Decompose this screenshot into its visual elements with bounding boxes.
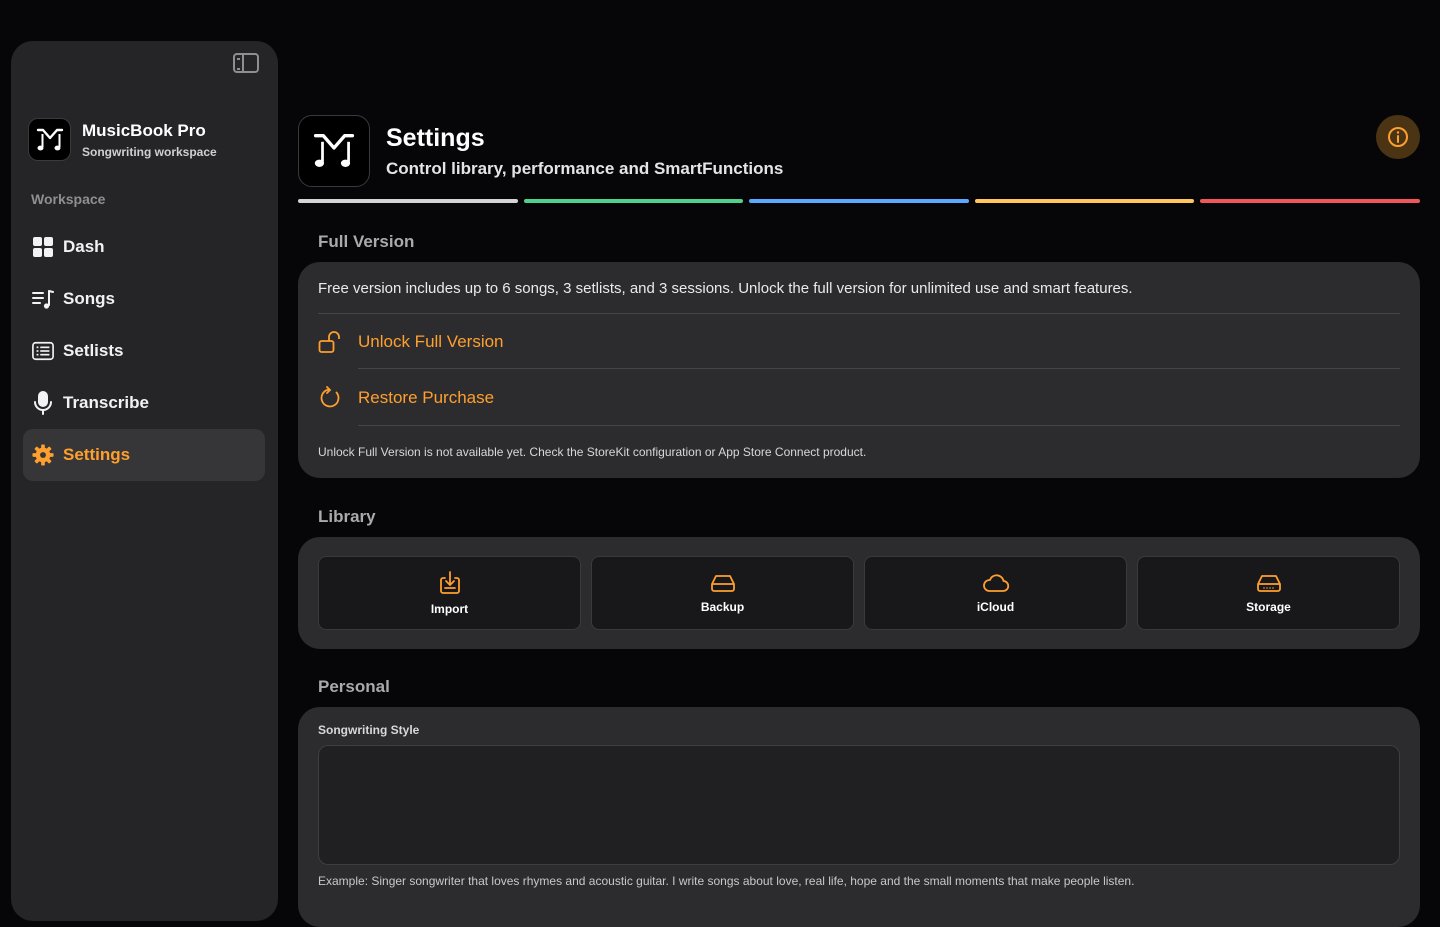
sidebar-item-settings[interactable]: Settings <box>23 429 265 481</box>
library-title: Library <box>318 507 376 526</box>
full-version-card: Free version includes up to 6 songs, 3 s… <box>298 262 1420 478</box>
sidebar-item-songs[interactable]: Songs <box>23 273 265 325</box>
icloud-button[interactable]: iCloud <box>864 556 1127 630</box>
backup-button[interactable]: Backup <box>591 556 854 630</box>
storage-icon <box>1256 575 1281 592</box>
restore-purchase-button[interactable]: Restore Purchase <box>318 386 494 410</box>
gear-icon <box>32 444 54 466</box>
microphone-icon <box>32 391 54 415</box>
app-subtitle: Songwriting workspace <box>82 144 217 159</box>
sidebar: MusicBook Pro Songwriting workspace Work… <box>11 41 278 921</box>
songwriting-style-label: Songwriting Style <box>318 723 420 737</box>
info-button[interactable] <box>1376 115 1420 159</box>
app-logo-icon <box>298 115 370 187</box>
brand: MusicBook Pro Songwriting workspace <box>28 118 217 161</box>
progress-segment <box>749 199 969 203</box>
songwriting-style-input[interactable] <box>318 745 1400 865</box>
sidebar-item-label: Songs <box>63 289 115 308</box>
sidebar-item-setlists[interactable]: Setlists <box>23 325 265 377</box>
songwriting-style-hint: Example: Singer songwriter that loves rh… <box>318 874 1135 888</box>
unlock-full-version-button[interactable]: Unlock Full Version <box>318 330 504 354</box>
progress-segment <box>974 199 1195 203</box>
progress-segment <box>1200 199 1420 203</box>
full-version-title: Full Version <box>318 232 415 251</box>
sidebar-nav: Dash Songs Setlists Transcribe Settings <box>23 221 265 481</box>
unlock-full-version-label: Unlock Full Version <box>358 332 504 351</box>
progress-segment <box>523 199 744 203</box>
import-button[interactable]: Import <box>318 556 581 630</box>
info-icon <box>1388 127 1408 147</box>
tile-label: Storage <box>1246 600 1291 614</box>
sidebar-item-dash[interactable]: Dash <box>23 221 265 273</box>
divider <box>318 313 1400 314</box>
progress-segment <box>298 199 518 203</box>
full-version-note: Unlock Full Version is not available yet… <box>318 445 867 459</box>
drive-icon <box>710 575 735 592</box>
main-content: Settings Control library, performance an… <box>298 0 1420 927</box>
tile-label: Backup <box>700 600 745 614</box>
app-logo-icon <box>28 118 71 161</box>
tile-label: iCloud <box>976 600 1015 614</box>
import-icon <box>439 571 460 594</box>
personal-title: Personal <box>318 677 390 696</box>
divider <box>358 425 1400 426</box>
tile-label: Import <box>430 602 469 616</box>
full-version-description: Free version includes up to 6 songs, 3 s… <box>318 280 1133 297</box>
sidebar-item-label: Transcribe <box>63 393 149 412</box>
sidebar-toggle-icon[interactable] <box>233 53 259 73</box>
sidebar-item-label: Settings <box>63 445 131 464</box>
progress-bar <box>298 199 1420 203</box>
unlock-icon <box>318 331 340 353</box>
music-list-icon <box>32 288 54 310</box>
sidebar-item-label: Setlists <box>63 341 124 360</box>
sidebar-item-transcribe[interactable]: Transcribe <box>23 377 265 429</box>
page-subtitle: Control library, performance and SmartFu… <box>386 159 784 178</box>
workspace-section-label: Workspace <box>31 191 106 207</box>
grid-icon <box>32 236 54 258</box>
list-icon <box>32 340 54 362</box>
restore-purchase-label: Restore Purchase <box>358 388 495 407</box>
page-title: Settings <box>386 124 485 152</box>
app-name: MusicBook Pro <box>82 120 206 140</box>
refresh-icon <box>320 386 340 408</box>
library-card: Import Backup iCloud Storage <box>298 537 1420 649</box>
cloud-icon <box>982 574 1009 592</box>
divider <box>358 368 1400 369</box>
sidebar-item-label: Dash <box>63 237 105 256</box>
storage-button[interactable]: Storage <box>1137 556 1400 630</box>
personal-card: Songwriting Style Example: Singer songwr… <box>298 707 1420 927</box>
